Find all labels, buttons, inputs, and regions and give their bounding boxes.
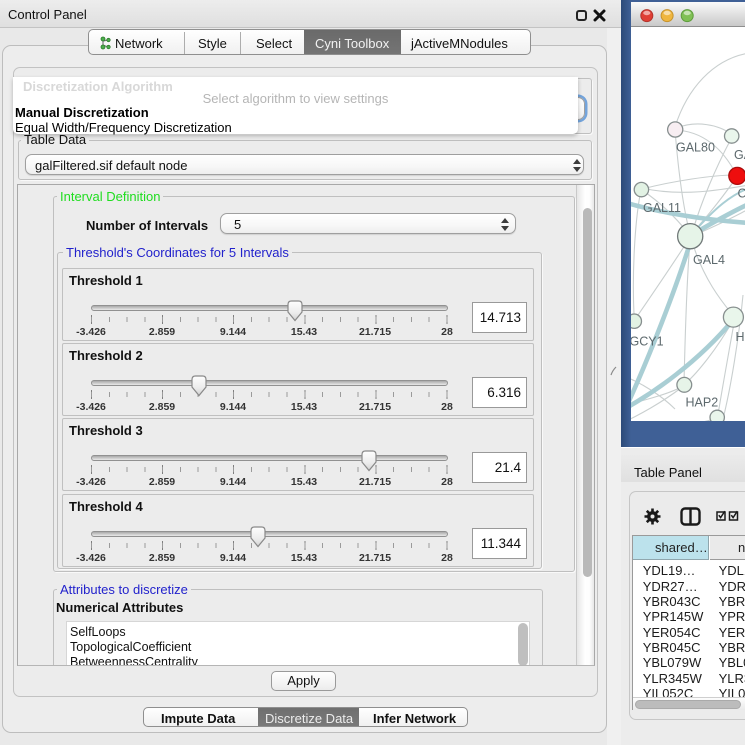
svg-text:GCY1: GCY1 [631, 335, 664, 349]
svg-text:H: H [736, 330, 745, 344]
svg-text:HAP2: HAP2 [686, 396, 719, 410]
svg-text:C: C [738, 187, 745, 201]
svg-text:GAL11: GAL11 [643, 201, 681, 215]
svg-text:GAL80: GAL80 [676, 141, 715, 155]
svg-text:GAL4: GAL4 [693, 253, 725, 267]
svg-text:GA: GA [734, 148, 745, 162]
